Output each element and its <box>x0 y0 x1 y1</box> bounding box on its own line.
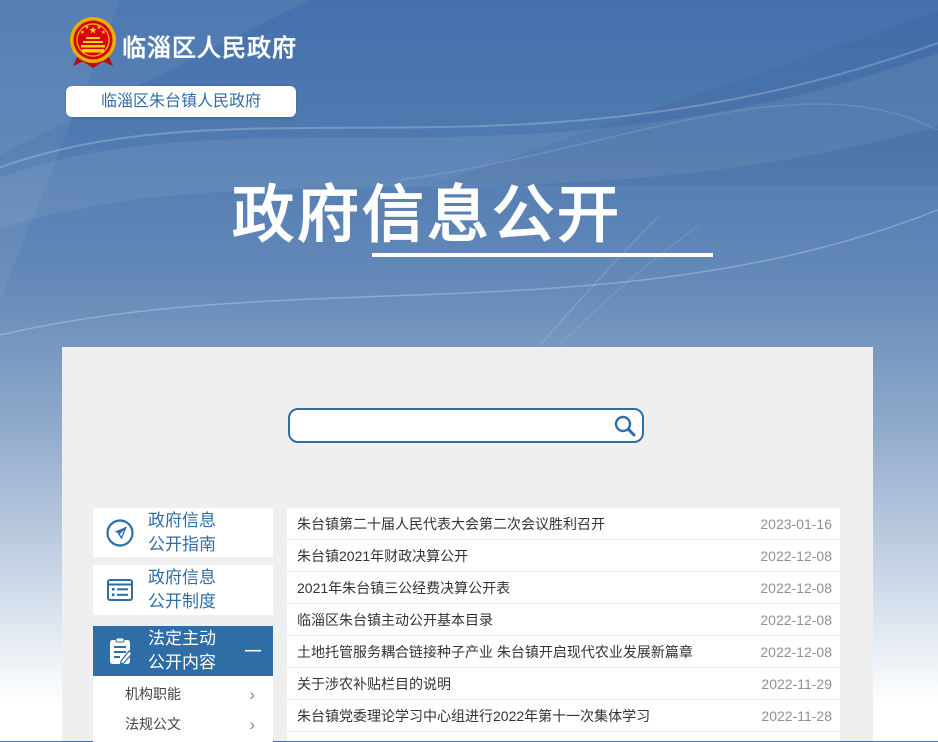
sidebar-item-disclosure-system[interactable]: 政府信息 公开制度 <box>93 565 273 615</box>
article-row[interactable]: 2021年朱台镇三公经费决算公开表 2022-12-08 <box>287 572 840 604</box>
article-row[interactable]: 关于涉农补贴栏目的说明 2022-11-29 <box>287 668 840 700</box>
article-date: 2022-12-08 <box>760 644 832 660</box>
article-date: 2022-11-29 <box>761 676 832 692</box>
sidebar-submenu: 机构职能 › 法规公文 › <box>93 676 273 742</box>
chevron-right-icon: › <box>249 686 255 703</box>
article-row[interactable]: 土地托管服务耦合链接种子产业 朱台镇开启现代农业发展新篇章 2022-12-08 <box>287 636 840 668</box>
subitem-label: 法规公文 <box>125 714 181 734</box>
sub-government-button[interactable]: 临淄区朱台镇人民政府 <box>66 86 296 117</box>
chevron-right-icon: › <box>249 716 255 733</box>
article-date: 2022-12-08 <box>760 580 832 596</box>
search-box <box>288 408 644 443</box>
svg-text:★: ★ <box>101 30 106 36</box>
sidebar-item-label: 政府信息 <box>148 509 216 533</box>
search-input[interactable] <box>290 410 608 441</box>
article-row[interactable]: 朱台镇第二十届人民代表大会第二次会议胜利召开 2023-01-16 <box>287 508 840 540</box>
article-row[interactable]: 临淄区朱台镇主动公开基本目录 2022-12-08 <box>287 604 840 636</box>
article-title[interactable]: 朱台镇2021年财政决算公开 <box>297 546 748 566</box>
sidebar-subitem-regulations[interactable]: 法规公文 › <box>93 709 273 739</box>
article-date: 2022-12-08 <box>760 548 832 564</box>
sidebar-item-label: 政府信息 <box>148 566 216 590</box>
magnifier-icon <box>612 413 638 439</box>
collapse-minus-icon[interactable]: — <box>245 642 261 660</box>
article-date: 2022-12-08 <box>760 612 832 628</box>
article-title[interactable]: 关于涉农补贴栏目的说明 <box>297 674 749 694</box>
sidebar-item-label: 法定主动 <box>148 627 216 651</box>
sidebar: 政府信息 公开指南 政府信息 公开制度 <box>93 508 273 742</box>
subitem-label: 机构职能 <box>125 684 181 704</box>
title-underline <box>372 253 713 257</box>
sidebar-item-label: 公开指南 <box>148 533 216 557</box>
list-icon <box>103 573 137 607</box>
article-title[interactable]: 土地托管服务耦合链接种子产业 朱台镇开启现代农业发展新篇章 <box>297 642 748 662</box>
article-title[interactable]: 朱台镇党委理论学习中心组进行2022年第十一次集体学习 <box>297 706 749 726</box>
content-panel: 政府信息 公开指南 政府信息 公开制度 <box>62 347 873 741</box>
sidebar-item-label: 公开内容 <box>148 651 216 675</box>
article-title[interactable]: 临淄区朱台镇主动公开基本目录 <box>297 610 748 630</box>
compass-icon <box>103 516 137 550</box>
sidebar-subitem-agency-functions[interactable]: 机构职能 › <box>93 679 273 709</box>
search-button[interactable] <box>608 410 642 441</box>
page-title: 政府信息公开 <box>0 164 854 254</box>
sidebar-item-label: 公开制度 <box>148 590 216 614</box>
article-title[interactable]: 2021年朱台镇三公经费决算公开表 <box>297 578 748 598</box>
clipboard-pencil-icon <box>103 634 137 668</box>
sidebar-item-disclosure-guide[interactable]: 政府信息 公开指南 <box>93 508 273 557</box>
article-title[interactable]: 朱台镇第二十届人民代表大会第二次会议胜利召开 <box>297 514 748 534</box>
article-list: 朱台镇第二十届人民代表大会第二次会议胜利召开 2023-01-16 朱台镇202… <box>287 508 840 741</box>
svg-text:★: ★ <box>85 25 90 31</box>
sidebar-item-statutory-disclosure[interactable]: 法定主动 公开内容 — <box>93 626 273 676</box>
national-emblem-icon: ★ ★ ★ ★ ★ <box>68 15 118 70</box>
article-row[interactable]: 朱台镇党委理论学习中心组进行2022年第十一次集体学习 2022-11-28 <box>287 700 840 732</box>
article-row[interactable]: 朱台镇2021年财政决算公开 2022-12-08 <box>287 540 840 572</box>
site-name: 临淄区人民政府 <box>122 28 297 63</box>
article-date: 2022-11-28 <box>761 708 832 724</box>
article-date: 2023-01-16 <box>760 516 832 532</box>
